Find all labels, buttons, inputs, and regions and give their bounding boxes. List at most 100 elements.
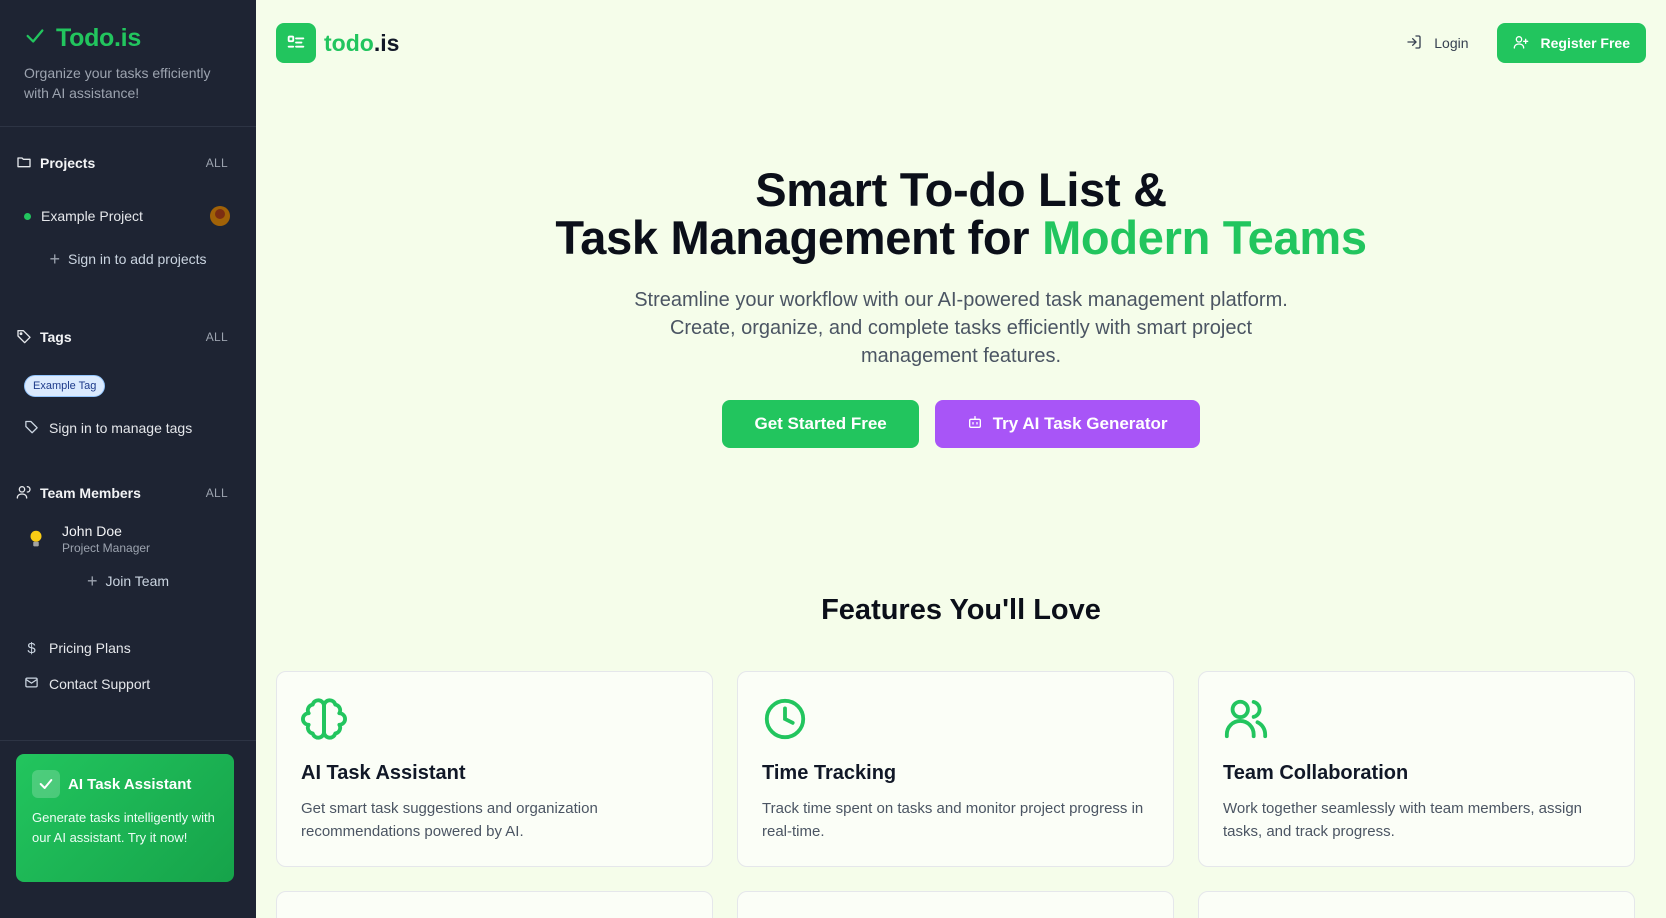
register-button[interactable]: Register Free (1496, 23, 1646, 63)
folder-icon (16, 154, 32, 173)
logo-suffix: .is (373, 29, 400, 56)
join-team-label: Join Team (105, 573, 170, 589)
tags-header: Tags ALL (16, 325, 240, 349)
sidebar-links: $ Pricing Plans Contact Support (0, 635, 256, 697)
main-content: todo.is Login Register Free Smart To-do … (256, 0, 1666, 918)
projects-all-link[interactable]: ALL (206, 156, 240, 170)
feature-card: Time Tracking Track time spent on tasks … (737, 671, 1174, 867)
tags-title: Tags (16, 328, 72, 347)
check-icon (32, 770, 60, 798)
feature-title: Team Collaboration (1223, 762, 1409, 784)
projects-section: Projects ALL Example Project + Sign in t… (0, 151, 256, 273)
hero-title-line2: Task Management for Modern Teams (256, 214, 1666, 262)
support-label: Contact Support (49, 676, 151, 692)
feature-title: AI Task Assistant (301, 762, 466, 784)
clock-icon (762, 696, 808, 742)
register-label: Register Free (1540, 35, 1630, 51)
check-icon (24, 25, 46, 52)
dollar-icon: $ (27, 639, 36, 657)
top-actions: Login Register Free (1406, 23, 1646, 63)
login-button[interactable]: Login (1406, 34, 1469, 53)
project-item-left: Example Project (24, 208, 143, 224)
hero-title-highlight: Modern Teams (1042, 211, 1367, 264)
feature-card: Team Collaboration Work together seamles… (1198, 671, 1635, 867)
pricing-label: Pricing Plans (49, 640, 131, 656)
top-bar: todo.is Login Register Free (256, 0, 1666, 86)
add-project-label: Sign in to add projects (67, 251, 207, 267)
brain-icon (301, 696, 347, 742)
feature-desc: Track time spent on tasks and monitor pr… (762, 800, 1144, 840)
tags-all-link[interactable]: ALL (206, 330, 240, 344)
hero-title: Smart To-do List & Task Management for M… (256, 166, 1666, 262)
hero-title-line1: Smart To-do List & (755, 163, 1167, 216)
features-grid-row2 (256, 891, 1666, 918)
tags-section: Tags ALL Example Tag Sign in to manage t… (0, 325, 256, 441)
hero-title-prefix: Task Management for (555, 211, 1043, 264)
ai-card-header: AI Task Assistant (32, 770, 218, 798)
logo-main: todo (324, 29, 374, 56)
support-link[interactable]: Contact Support (16, 671, 240, 697)
team-all-link[interactable]: ALL (206, 486, 240, 500)
feature-desc: Work together seamlessly with team membe… (1223, 800, 1583, 840)
team-member[interactable]: John Doe Project Manager (16, 523, 240, 555)
projects-header: Projects ALL (16, 151, 240, 175)
sidebar-divider (0, 740, 256, 741)
ai-assistant-card[interactable]: AI Task Assistant Generate tasks intelli… (16, 754, 234, 882)
projects-title-label: Projects (40, 155, 96, 171)
tags-title-label: Tags (40, 329, 72, 345)
feature-card (737, 891, 1174, 918)
pricing-link[interactable]: $ Pricing Plans (16, 635, 240, 661)
member-info: John Doe Project Manager (62, 523, 150, 555)
features-grid: AI Task Assistant Get smart task suggest… (256, 671, 1666, 867)
member-name: John Doe (62, 523, 122, 539)
login-icon (1406, 34, 1422, 53)
tag-list: Example Tag (16, 375, 240, 397)
tags-icon (24, 419, 39, 437)
manage-tags-label: Sign in to manage tags (49, 420, 193, 436)
feature-card (1198, 891, 1635, 918)
projects-title: Projects (16, 154, 95, 173)
sidebar: Todo.is Organize your tasks efficiently … (0, 0, 256, 918)
users-icon (1223, 696, 1269, 742)
feature-card (276, 891, 713, 918)
mail-icon (24, 675, 39, 693)
list-checks-icon (276, 23, 316, 63)
team-section: Team Members ALL John Doe Project Manage… (0, 481, 256, 595)
app-root: Todo.is Organize your tasks efficiently … (0, 0, 1666, 918)
add-project-link[interactable]: + Sign in to add projects (16, 245, 240, 273)
team-title: Team Members (16, 484, 141, 503)
tag-pill[interactable]: Example Tag (24, 375, 106, 397)
bot-icon (967, 414, 983, 435)
hero-buttons: Get Started Free Try AI Task Generator (256, 400, 1666, 448)
brand-name: Todo.is (56, 24, 141, 52)
logo[interactable]: todo.is (276, 23, 399, 63)
feature-title: Time Tracking (762, 762, 897, 784)
user-icon (16, 484, 32, 503)
member-role: Project Manager (62, 541, 151, 555)
avatar (210, 206, 230, 226)
project-item[interactable]: Example Project (16, 201, 240, 231)
ai-generator-button[interactable]: Try AI Task Generator (934, 400, 1200, 448)
hero-section: Smart To-do List & Task Management for M… (256, 86, 1666, 448)
plus-icon: + (86, 571, 98, 591)
team-header: Team Members ALL (16, 481, 240, 505)
tag-icon (16, 328, 32, 347)
ai-card-text: Generate tasks intelligently with our AI… (32, 810, 215, 845)
logo-text: todo.is (324, 30, 399, 57)
hero-subtitle: Streamline your workflow with our AI-pow… (634, 289, 1288, 367)
ai-card-title: AI Task Assistant (68, 775, 192, 793)
project-item-label: Example Project (41, 208, 143, 224)
features-title: Features You'll Love (821, 594, 1101, 626)
manage-tags-link[interactable]: Sign in to manage tags (16, 415, 240, 441)
login-label: Login (1434, 35, 1469, 51)
join-team-link[interactable]: + Join Team (16, 567, 240, 595)
sidebar-brand: Todo.is Organize your tasks efficiently … (0, 0, 256, 127)
member-avatar (22, 525, 50, 553)
feature-card: AI Task Assistant Get smart task suggest… (276, 671, 713, 867)
project-status-dot (24, 212, 31, 220)
user-plus-icon (1513, 34, 1529, 53)
get-started-button[interactable]: Get Started Free (722, 400, 919, 448)
brand-row[interactable]: Todo.is (24, 24, 232, 53)
feature-desc: Get smart task suggestions and organizat… (301, 800, 598, 840)
team-title-label: Team Members (40, 485, 141, 501)
